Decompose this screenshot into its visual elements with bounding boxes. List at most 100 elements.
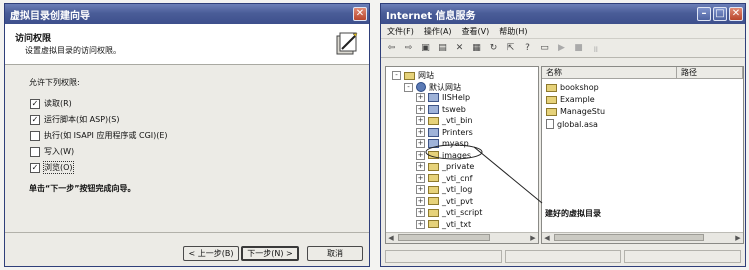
permission-checkbox-execute[interactable]: 执行(如 ISAPI 应用程序或 CGI)(E): [30, 130, 168, 141]
column-header-name[interactable]: 名称: [542, 67, 677, 79]
permission-checkbox-write[interactable]: 写入(W): [30, 146, 74, 157]
folder-icon: [546, 95, 557, 104]
permission-checkbox-read[interactable]: ✓ 读取(R): [30, 98, 72, 109]
wizard-close-button[interactable]: ✕: [353, 7, 367, 21]
tree-node-label: Printers: [442, 127, 473, 137]
column-header-path[interactable]: 路径: [677, 67, 743, 79]
checkmark-icon[interactable]: ✓: [30, 98, 40, 109]
up-folder-icon[interactable]: ▣: [419, 42, 432, 55]
tree-node[interactable]: + Printers: [416, 127, 473, 137]
wizard-title-bar[interactable]: 虚拟目录创建向导 ✕: [5, 4, 369, 24]
cancel-button-label: 取消: [327, 249, 343, 258]
permissions-label: 允许下列权限:: [29, 78, 80, 87]
console-icon[interactable]: ▭: [538, 42, 551, 55]
next-button[interactable]: 下一步(N) >: [241, 246, 299, 261]
checkmark-icon[interactable]: ✓: [30, 114, 40, 125]
checkbox-empty-icon[interactable]: [30, 130, 40, 141]
tree-horizontal-scrollbar[interactable]: ◀ ▶: [386, 232, 538, 243]
status-panel: [385, 250, 502, 263]
folder-icon: [428, 208, 439, 217]
expand-icon[interactable]: +: [416, 104, 425, 114]
scroll-right-icon[interactable]: ▶: [733, 233, 743, 243]
iis-title-bar[interactable]: Internet 信息服务 – □ ✕: [381, 4, 745, 24]
collapse-icon[interactable]: -: [404, 82, 413, 92]
tree-node[interactable]: - 网站: [392, 70, 434, 81]
stop-icon[interactable]: ■: [572, 42, 585, 55]
maximize-button[interactable]: □: [713, 7, 727, 21]
menu-view[interactable]: 查看(V): [462, 26, 490, 37]
menu-help[interactable]: 帮助(H): [499, 26, 527, 37]
scroll-left-icon[interactable]: ◀: [542, 233, 552, 243]
minimize-button[interactable]: –: [697, 7, 711, 21]
delete-icon[interactable]: ✕: [453, 42, 466, 55]
tree-node[interactable]: + _vti_bin: [416, 116, 472, 125]
back-button[interactable]: < 上一步(B): [183, 246, 239, 261]
expand-icon[interactable]: +: [416, 173, 425, 183]
tree-node[interactable]: + _vti_log: [416, 185, 472, 194]
tree-node[interactable]: + _private: [416, 162, 474, 171]
scroll-left-icon[interactable]: ◀: [386, 233, 396, 243]
menu-bar: 文件(F) 操作(A) 查看(V) 帮助(H): [381, 24, 745, 39]
list-item-name: global.asa: [557, 119, 598, 129]
tree-node[interactable]: + _vti_pvt: [416, 196, 474, 206]
minimize-icon: –: [701, 8, 707, 19]
permission-label: 浏览(O): [43, 161, 74, 174]
iis-manager-window: Internet 信息服务 – □ ✕ 文件(F) 操作(A) 查看(V) 帮助…: [380, 3, 746, 267]
menu-file[interactable]: 文件(F): [387, 26, 414, 37]
expand-icon[interactable]: +: [416, 219, 425, 229]
properties-icon[interactable]: ▦: [470, 42, 483, 55]
close-icon: ✕: [731, 8, 741, 19]
folder-icon: [428, 220, 439, 228]
list-horizontal-scrollbar[interactable]: ◀ ▶: [542, 232, 743, 243]
expand-icon[interactable]: +: [416, 196, 425, 206]
wizard-heading: 访问权限: [15, 34, 52, 44]
expand-icon[interactable]: +: [416, 116, 425, 125]
tree-node[interactable]: + _vti_txt: [416, 219, 471, 229]
scroll-thumb[interactable]: [554, 234, 704, 241]
menu-action[interactable]: 操作(A): [424, 26, 452, 37]
expand-icon[interactable]: +: [416, 185, 425, 194]
scroll-right-icon[interactable]: ▶: [528, 233, 538, 243]
tree-node[interactable]: + tsweb: [416, 104, 466, 114]
wizard-subheading: 设置虚拟目录的访问权限。: [25, 46, 121, 55]
checkbox-empty-icon[interactable]: [30, 146, 40, 157]
back-button-label: < 上一步(B): [188, 249, 234, 258]
checkmark-icon[interactable]: ✓: [30, 162, 40, 173]
collapse-icon[interactable]: -: [392, 71, 401, 80]
tree-node-label: _vti_pvt: [442, 196, 474, 206]
tree-node[interactable]: - 默认网站: [404, 82, 461, 93]
web-app-icon: [428, 93, 439, 102]
list-item[interactable]: global.asa: [546, 119, 598, 129]
refresh-icon[interactable]: ↻: [487, 42, 500, 55]
expand-icon[interactable]: +: [416, 208, 425, 217]
back-arrow-icon[interactable]: ⇦: [385, 42, 398, 55]
permission-checkbox-browse[interactable]: ✓ 浏览(O): [30, 161, 74, 174]
finish-note: 单击“下一步”按钮完成向导。: [29, 184, 136, 193]
expand-icon[interactable]: +: [416, 162, 425, 171]
wizard-wand-icon: [336, 32, 358, 55]
play-icon[interactable]: ▶: [555, 42, 568, 55]
pause-icon[interactable]: ॥: [589, 42, 602, 55]
list-item[interactable]: Example: [546, 95, 595, 104]
tree-node[interactable]: + IISHelp: [416, 93, 470, 102]
cancel-button[interactable]: 取消: [307, 246, 363, 261]
scroll-thumb[interactable]: [398, 234, 490, 241]
help-icon[interactable]: ?: [521, 42, 534, 55]
folder-icon: [428, 185, 439, 194]
tree-node-label: IISHelp: [442, 93, 471, 102]
annotation-label: 建好的虚拟目录: [545, 209, 601, 218]
permission-label: 运行脚本(如 ASP)(S): [44, 115, 120, 124]
forward-arrow-icon[interactable]: ⇨: [402, 42, 415, 55]
list-item[interactable]: bookshop: [546, 83, 599, 92]
show-tree-icon[interactable]: ▤: [436, 42, 449, 55]
annotation-arrow: [473, 146, 543, 204]
iis-close-button[interactable]: ✕: [729, 7, 743, 21]
permission-checkbox-run-scripts[interactable]: ✓ 运行脚本(如 ASP)(S): [30, 114, 119, 125]
maximize-icon: □: [715, 8, 725, 19]
expand-icon[interactable]: +: [416, 93, 425, 102]
tree-node[interactable]: + _vti_cnf: [416, 173, 472, 183]
export-icon[interactable]: ⇱: [504, 42, 517, 55]
list-item[interactable]: ManageStu: [546, 107, 605, 116]
iis-title: Internet 信息服务: [386, 10, 476, 22]
expand-icon[interactable]: +: [416, 127, 425, 137]
